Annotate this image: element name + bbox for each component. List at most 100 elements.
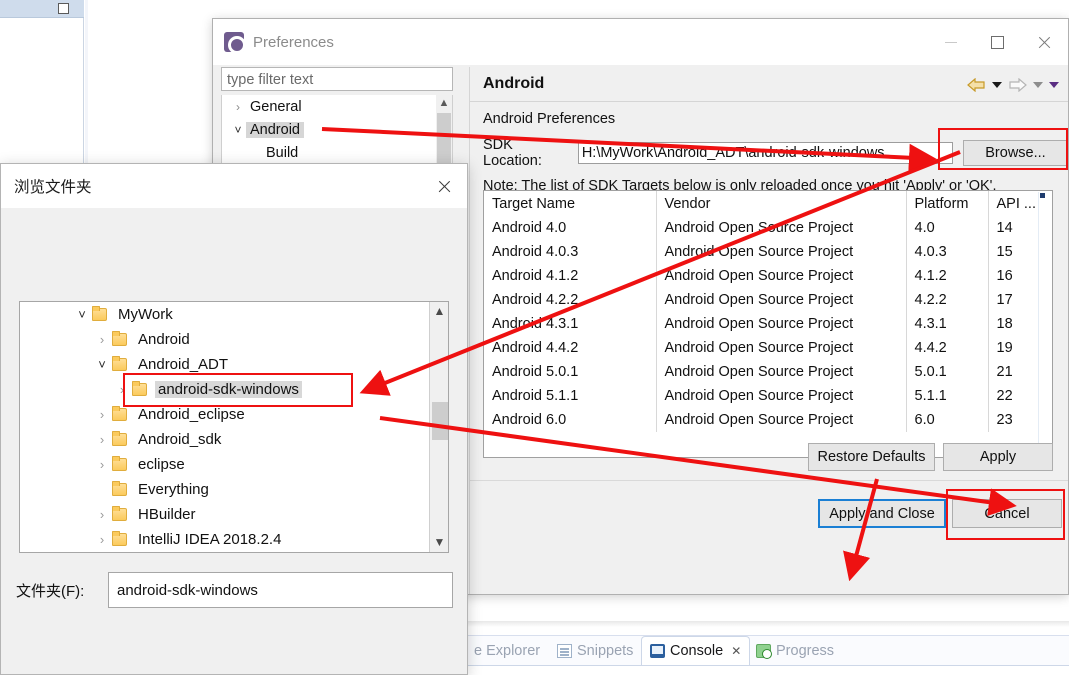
chevron-right-icon[interactable]: ›	[92, 508, 112, 521]
column-header-platform[interactable]: Platform	[906, 191, 989, 216]
restore-defaults-button[interactable]: Restore Defaults	[808, 443, 935, 471]
scrollbar-thumb[interactable]	[432, 402, 448, 440]
cell-target-name: Android 5.1.1	[484, 384, 657, 408]
page-title: Android	[483, 75, 545, 92]
folder-item-eclipse[interactable]: › eclipse	[20, 452, 448, 477]
minimize-icon	[944, 41, 957, 43]
cell-target-name: Android 4.1.2	[484, 264, 657, 288]
toolbar-icon-1[interactable]	[10, 3, 21, 14]
chevron-down-icon[interactable]	[992, 81, 1002, 88]
progress-icon	[756, 643, 772, 659]
chevron-down-icon[interactable]: ˅	[92, 358, 112, 371]
folder-item-hbuilder[interactable]: › HBuilder	[20, 502, 448, 527]
folder-item-label: Android_eclipse	[138, 406, 245, 423]
folder-icon	[92, 306, 107, 321]
table-row[interactable]: Android 6.0 Android Open Source Project 6.…	[484, 408, 1052, 432]
chevron-down-icon[interactable]	[1033, 81, 1043, 88]
snippets-icon	[557, 643, 572, 658]
cancel-button[interactable]: Cancel	[952, 499, 1062, 528]
window-controls	[927, 19, 1068, 65]
page-nav-icons	[967, 67, 1059, 102]
folder-item-label: Android_sdk	[138, 431, 222, 448]
filter-input[interactable]: type filter text	[221, 67, 453, 91]
tree-item-label: General	[250, 98, 302, 115]
chevron-right-icon[interactable]: ›	[112, 383, 132, 396]
table-row[interactable]: Android 4.4.2 Android Open Source Project…	[484, 336, 1052, 360]
chevron-right-icon[interactable]: ›	[230, 101, 246, 113]
folder-item-android[interactable]: › Android	[20, 327, 448, 352]
folder-item-label: Android_ADT	[138, 356, 229, 373]
column-header-vendor[interactable]: Vendor	[656, 191, 907, 216]
folder-dialog-close-button[interactable]	[421, 164, 467, 208]
cell-platform: 5.1.1	[906, 384, 989, 408]
table-row[interactable]: Android 5.1.1 Android Open Source Project…	[484, 384, 1052, 408]
folder-tree[interactable]: ˅ MyWork › Android ˅ Android_ADT › andro…	[19, 301, 449, 553]
cell-platform: 4.2.2	[906, 288, 989, 312]
apply-and-close-button[interactable]: Apply and Close	[818, 499, 946, 528]
back-arrow-icon[interactable]	[967, 77, 986, 92]
sdk-location-row: SDK Location: H:\MyWork\Android_ADT\andr…	[483, 137, 1068, 169]
sdk-location-input[interactable]: H:\MyWork\Android_ADT\android-sdk-window…	[577, 142, 953, 164]
gear-icon	[224, 32, 246, 54]
sdk-targets-table[interactable]: Target Name Vendor Platform API ... Andr…	[483, 190, 1053, 458]
tab-progress[interactable]: Progress	[748, 636, 842, 665]
table-row[interactable]: Android 4.0.3 Android Open Source Project…	[484, 240, 1052, 264]
table-row[interactable]: Android 4.2.2 Android Open Source Project…	[484, 288, 1052, 312]
cell-platform: 4.1.2	[906, 264, 989, 288]
cell-target-name: Android 4.2.2	[484, 288, 657, 312]
folder-icon	[112, 456, 127, 471]
chevron-down-icon[interactable]: ˅	[72, 308, 92, 321]
folder-item-everything[interactable]: Everything	[20, 477, 448, 502]
scroll-down-icon[interactable]: ▼	[430, 533, 448, 552]
tab-label: Console	[670, 643, 724, 659]
tree-item-general[interactable]: › General	[222, 95, 452, 118]
maximize-button[interactable]	[974, 19, 1021, 65]
chevron-down-icon[interactable]	[1049, 81, 1059, 88]
scrollbar-marker	[1040, 193, 1045, 198]
apply-button[interactable]: Apply	[943, 443, 1053, 471]
chevron-right-icon[interactable]: ›	[92, 533, 112, 546]
table-scrollbar[interactable]	[1038, 192, 1051, 457]
scroll-up-icon[interactable]: ▲	[430, 302, 448, 321]
page-subtitle: Android Preferences	[483, 111, 616, 127]
tree-item-build[interactable]: Build	[222, 141, 452, 164]
tab-close-icon[interactable]: ✕	[731, 644, 741, 658]
table-row[interactable]: Android 4.3.1 Android Open Source Project…	[484, 312, 1052, 336]
folder-item-label: android-sdk-windows	[155, 381, 302, 398]
cell-platform: 6.0	[906, 408, 989, 432]
toolbar-icon-2[interactable]	[34, 3, 45, 14]
scroll-up-icon[interactable]: ▲	[436, 95, 452, 111]
chevron-down-icon[interactable]: ˅	[230, 124, 246, 136]
folder-dialog-titlebar: 浏览文件夹	[1, 164, 467, 208]
folder-item-android-sdk[interactable]: › Android_sdk	[20, 427, 448, 452]
chevron-right-icon[interactable]: ›	[92, 433, 112, 446]
browse-folder-dialog: 浏览文件夹 ˅ MyWork › Android ˅ Android_ADT ›	[0, 163, 468, 675]
tab-project-explorer[interactable]: e Explorer	[466, 636, 548, 665]
folder-item-label: MyWork	[118, 306, 173, 323]
column-header-target-name[interactable]: Target Name	[484, 191, 657, 216]
tab-console[interactable]: Console ✕	[641, 636, 751, 665]
folder-item-android-eclipse[interactable]: › Android_eclipse	[20, 402, 448, 427]
table-row[interactable]: Android 5.0.1 Android Open Source Project…	[484, 360, 1052, 384]
close-icon	[437, 179, 452, 194]
folder-name-input[interactable]: android-sdk-windows	[108, 572, 453, 608]
tab-label: Progress	[776, 642, 835, 659]
toolbar-icon-3[interactable]	[58, 3, 69, 14]
folder-tree-scrollbar[interactable]: ▲ ▼	[429, 302, 448, 552]
chevron-right-icon[interactable]: ›	[92, 333, 112, 346]
forward-arrow-icon[interactable]	[1008, 77, 1027, 92]
tree-item-android[interactable]: ˅ Android	[222, 118, 452, 141]
table-row[interactable]: Android 4.1.2 Android Open Source Project…	[484, 264, 1052, 288]
minimize-button[interactable]	[927, 19, 974, 65]
folder-item-android-adt[interactable]: ˅ Android_ADT	[20, 352, 448, 377]
chevron-right-icon[interactable]: ›	[92, 408, 112, 421]
folder-item-intellij-idea[interactable]: › IntelliJ IDEA 2018.2.4	[20, 527, 448, 552]
tab-snippets[interactable]: Snippets	[549, 636, 641, 665]
chevron-right-icon[interactable]: ›	[92, 458, 112, 471]
table-row[interactable]: Android 4.0 Android Open Source Project 4.…	[484, 216, 1052, 240]
close-button[interactable]	[1021, 19, 1068, 65]
browse-button[interactable]: Browse...	[962, 140, 1068, 166]
folder-item-mywork[interactable]: ˅ MyWork	[20, 302, 448, 327]
folder-item-android-sdk-windows[interactable]: › android-sdk-windows	[20, 377, 448, 402]
folder-icon	[112, 356, 127, 371]
